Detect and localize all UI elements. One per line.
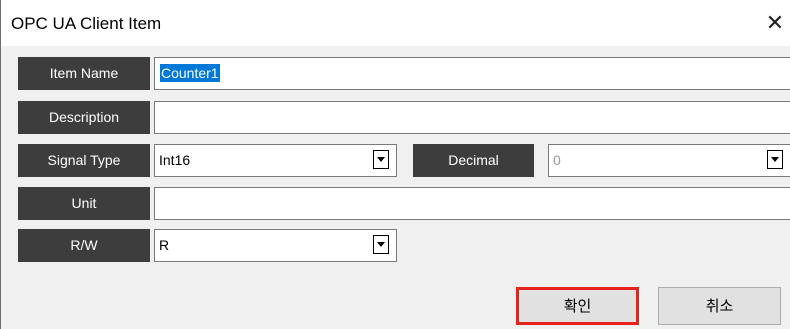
decimal-select[interactable]: 0 — [548, 144, 790, 177]
signal-type-label: Signal Type — [18, 144, 150, 177]
opc-ua-client-item-dialog: OPC UA Client Item ✕ Item Name Counter1 … — [0, 0, 790, 329]
unit-input[interactable] — [154, 187, 790, 220]
unit-label: Unit — [18, 187, 150, 220]
signal-type-value: Int16 — [159, 152, 191, 168]
decimal-label: Decimal — [413, 144, 534, 177]
item-name-input[interactable]: Counter1 — [154, 57, 790, 90]
chevron-down-icon[interactable] — [373, 150, 389, 169]
ok-button[interactable]: 확인 — [516, 287, 639, 325]
signal-type-select[interactable]: Int16 — [154, 144, 397, 177]
description-label: Description — [18, 101, 150, 134]
title-bar: OPC UA Client Item ✕ — [1, 0, 790, 46]
item-name-value: Counter1 — [160, 64, 220, 82]
item-name-label: Item Name — [18, 57, 150, 90]
close-icon[interactable]: ✕ — [761, 8, 789, 38]
cancel-button[interactable]: 취소 — [658, 287, 781, 325]
window-title: OPC UA Client Item — [11, 14, 162, 33]
rw-label: R/W — [18, 229, 150, 262]
decimal-value: 0 — [553, 152, 561, 168]
chevron-down-icon[interactable] — [767, 150, 783, 169]
chevron-down-icon[interactable] — [373, 235, 389, 254]
description-input[interactable] — [154, 101, 790, 134]
rw-select[interactable]: R — [154, 229, 397, 262]
rw-value: R — [159, 237, 170, 253]
